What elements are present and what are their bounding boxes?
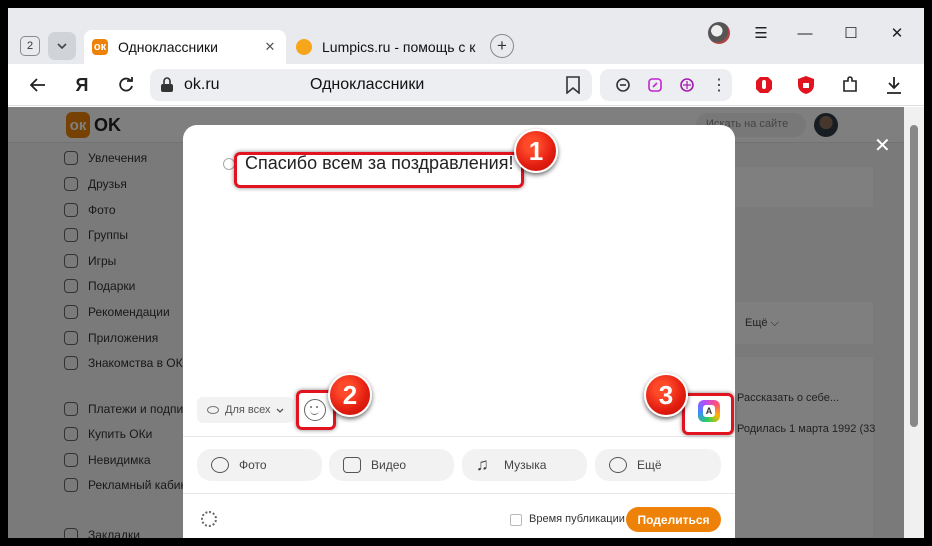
attach-video-button[interactable]: Видео — [329, 449, 454, 481]
divider — [183, 436, 735, 437]
callout-badge-2: 2 — [328, 373, 372, 417]
edit-note-icon[interactable] — [644, 74, 666, 96]
callout-badge-1: 1 — [514, 129, 558, 173]
audience-label: Для всех — [225, 404, 271, 416]
back-arrow-icon[interactable] — [26, 73, 50, 97]
tab-odnoklassniki[interactable]: ок Одноклассники ✕ — [84, 30, 286, 64]
chevron-down-icon — [57, 43, 67, 49]
divider — [183, 493, 735, 494]
more-horizontal-icon — [609, 457, 627, 473]
video-camera-icon — [343, 457, 361, 473]
new-tab-button[interactable]: + — [490, 34, 514, 58]
bookmark-icon — [566, 76, 580, 94]
tab-title: Lumpics.ru - помощь с ко — [322, 39, 476, 55]
tab-lumpics[interactable]: Lumpics.ru - помощь с ко — [288, 30, 484, 64]
attach-photo-button[interactable]: Фото — [197, 449, 322, 481]
omnibox[interactable]: ok.ru Одноклассники — [150, 69, 592, 101]
reload-icon[interactable] — [114, 73, 138, 97]
scrollbar[interactable] — [904, 107, 924, 538]
schedule-label: Время публикации — [529, 513, 625, 525]
lock-icon — [161, 77, 173, 92]
gear-icon[interactable] — [201, 511, 217, 527]
browser-window: 2 ок Одноклассники ✕ Lumpics.ru - помощь… — [8, 8, 924, 538]
tab-count-badge[interactable]: 2 — [20, 36, 40, 56]
more-vertical-icon[interactable]: ⋮ — [708, 74, 730, 96]
extension-group: ⋮ — [600, 69, 732, 101]
extensions-puzzle-icon[interactable] — [838, 73, 862, 97]
scrollbar-thumb[interactable] — [910, 125, 918, 427]
share-button[interactable]: Поделиться — [626, 507, 721, 532]
adblock-hand-icon[interactable] — [752, 73, 776, 97]
callout-badge-3: 3 — [644, 373, 688, 417]
attach-more-button[interactable]: Ещё — [595, 449, 721, 481]
menu-icon[interactable]: ☰ — [750, 22, 772, 44]
chevron-down-icon — [277, 408, 284, 413]
url-text: ok.ru — [184, 76, 220, 93]
camera-icon — [211, 457, 229, 473]
ok-favicon-icon: ок — [92, 39, 108, 55]
tab-strip: 2 ок Одноклассники ✕ Lumpics.ru - помощь… — [8, 8, 924, 64]
close-window-icon[interactable]: ✕ — [886, 22, 908, 44]
attach-music-button[interactable]: ♫ Музыка — [462, 449, 587, 481]
shield-icon[interactable] — [794, 73, 818, 97]
tab-list-button[interactable] — [48, 32, 76, 60]
download-icon[interactable] — [882, 73, 906, 97]
page-title: Одноклассники — [310, 76, 425, 93]
highlight-post-text — [234, 152, 524, 188]
alice-assistant-icon[interactable] — [676, 74, 698, 96]
profile-icon[interactable] — [708, 22, 730, 44]
tab-title: Одноклассники — [118, 39, 219, 55]
music-note-icon: ♫ — [476, 455, 489, 474]
chat-search-icon[interactable] — [612, 74, 634, 96]
address-bar-row: Я ok.ru Одноклассники ⋮ — [8, 64, 924, 106]
close-tab-icon[interactable]: ✕ — [262, 39, 278, 55]
close-icon[interactable]: ✕ — [874, 133, 891, 158]
minimize-icon[interactable]: — — [794, 22, 816, 44]
maximize-icon[interactable]: ☐ — [840, 22, 862, 44]
schedule-checkbox[interactable] — [510, 514, 522, 526]
orange-favicon-icon — [296, 39, 312, 55]
audience-select[interactable]: Для всех — [197, 397, 294, 423]
eye-icon — [207, 406, 219, 414]
ok-page: ок OK Искать на сайте Увлечения Друзья Ф… — [8, 107, 904, 538]
yandex-logo-icon[interactable]: Я — [70, 73, 94, 97]
highlight-ai-button — [682, 393, 734, 435]
